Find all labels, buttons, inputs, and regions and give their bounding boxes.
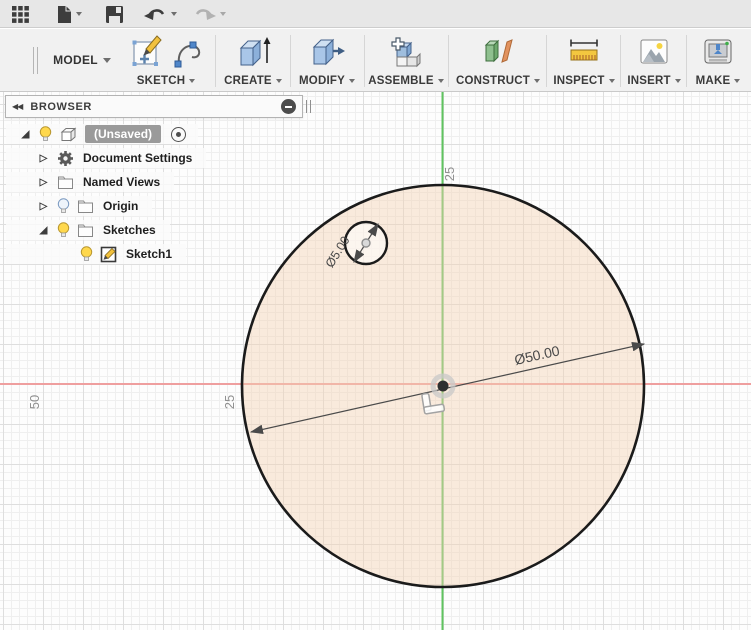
sketch-menu-button[interactable]: SKETCH (137, 75, 196, 87)
ribbon-divider (686, 35, 687, 87)
app-grid-icon[interactable] (12, 4, 29, 24)
insert-menu-button[interactable]: INSERT (627, 75, 681, 87)
tree-item-named-views[interactable]: ▷ Named Views (6, 172, 175, 192)
ribbon-group-sketch: SKETCH (118, 31, 214, 91)
visibility-bulb-off-icon[interactable] (57, 197, 70, 215)
activate-component-radio[interactable] (171, 126, 187, 142)
ribbon-group-construct: CONSTRUCT (450, 31, 546, 91)
collapse-panel-icon[interactable]: ◀◀ (12, 102, 23, 111)
grid-scale-label-x25: 25 (222, 394, 237, 410)
undo-button[interactable] (144, 4, 177, 24)
redo-caret-icon[interactable] (220, 12, 226, 16)
ribbon-divider (364, 35, 365, 87)
expander-collapsed-icon[interactable]: ▷ (37, 153, 50, 164)
folder-icon (78, 224, 93, 237)
ribbon-group-insert: INSERT (622, 31, 686, 91)
construction-plane-icon[interactable] (479, 34, 517, 70)
assemble-menu-button[interactable]: ASSEMBLE (368, 75, 444, 87)
spline-icon[interactable] (171, 35, 203, 69)
ribbon-divider (448, 35, 449, 87)
expander-collapsed-icon[interactable]: ▷ (37, 201, 50, 212)
folder-icon (58, 176, 73, 189)
save-button[interactable] (105, 4, 124, 24)
sketch-icon (100, 246, 117, 262)
insert-image-icon[interactable] (637, 36, 671, 68)
file-menu-button[interactable] (57, 4, 82, 24)
measure-icon[interactable] (565, 35, 603, 69)
expander-expanded-icon[interactable]: ◢ (37, 225, 50, 236)
create-menu-button[interactable]: CREATE (224, 75, 282, 87)
undo-caret-icon[interactable] (171, 12, 177, 16)
ribbon-group-make: MAKE (688, 31, 748, 91)
ribbon-toolbar: MODEL SKETCH CREATE MODIFY ASSEMBLE CONS… (0, 29, 751, 92)
folder-icon (78, 200, 93, 213)
construct-menu-button[interactable]: CONSTRUCT (456, 75, 540, 87)
browser-root-row[interactable]: ◢ (Unsaved) (6, 124, 199, 144)
component-cube-icon (60, 126, 77, 142)
minimize-panel-button[interactable] (281, 99, 296, 114)
browser-panel-header[interactable]: ◀◀ BROWSER (5, 95, 303, 118)
ribbon-divider (620, 35, 621, 87)
make-menu-button[interactable]: MAKE (696, 75, 741, 87)
create-sketch-icon[interactable] (129, 34, 165, 70)
visibility-bulb-on-icon[interactable] (39, 125, 52, 143)
browser-panel-title: BROWSER (30, 100, 92, 113)
panel-resize-handle[interactable] (306, 100, 311, 113)
workspace-switcher[interactable]: MODEL (42, 41, 122, 79)
tree-item-origin[interactable]: ▷ Origin (6, 196, 153, 216)
expander-expanded-icon[interactable]: ◢ (19, 129, 32, 140)
new-component-icon[interactable] (388, 34, 424, 70)
gear-icon (58, 150, 73, 166)
inspect-menu-button[interactable]: INSPECT (553, 75, 615, 87)
grid-scale-label-x50: 50 (27, 394, 42, 410)
file-menu-caret-icon (76, 12, 82, 16)
ribbon-group-assemble: ASSEMBLE (366, 31, 446, 91)
grid-scale-label-y25: 25 (442, 166, 457, 182)
ribbon-group-inspect: INSPECT (548, 31, 620, 91)
ribbon-group-modify: MODIFY (292, 31, 362, 91)
visibility-bulb-on-icon[interactable] (57, 221, 70, 239)
redo-button[interactable] (193, 4, 226, 24)
center-point-small[interactable] (361, 238, 371, 248)
modify-menu-button[interactable]: MODIFY (299, 75, 355, 87)
expander-collapsed-icon[interactable]: ▷ (37, 177, 50, 188)
ribbon-drag-handle[interactable] (33, 47, 38, 74)
tree-item-sketches[interactable]: ◢ Sketches (6, 220, 170, 240)
tree-item-sketch1[interactable]: Sketch1 (6, 244, 187, 264)
ribbon-divider (290, 35, 291, 87)
center-point-large[interactable] (437, 380, 449, 392)
extrude-icon[interactable] (233, 34, 273, 70)
ribbon-divider (546, 35, 547, 87)
workspace-label: MODEL (53, 53, 98, 67)
workspace-caret-icon (102, 57, 111, 63)
application-toolbar (0, 0, 751, 28)
visibility-bulb-on-icon[interactable] (80, 245, 93, 263)
ribbon-divider (215, 35, 216, 87)
3d-print-icon[interactable] (701, 36, 735, 68)
press-pull-icon[interactable] (307, 34, 347, 70)
ribbon-group-create: CREATE (220, 31, 286, 91)
document-name-label[interactable]: (Unsaved) (85, 125, 162, 143)
tree-item-document-settings[interactable]: ▷ Document Settings (6, 148, 207, 168)
